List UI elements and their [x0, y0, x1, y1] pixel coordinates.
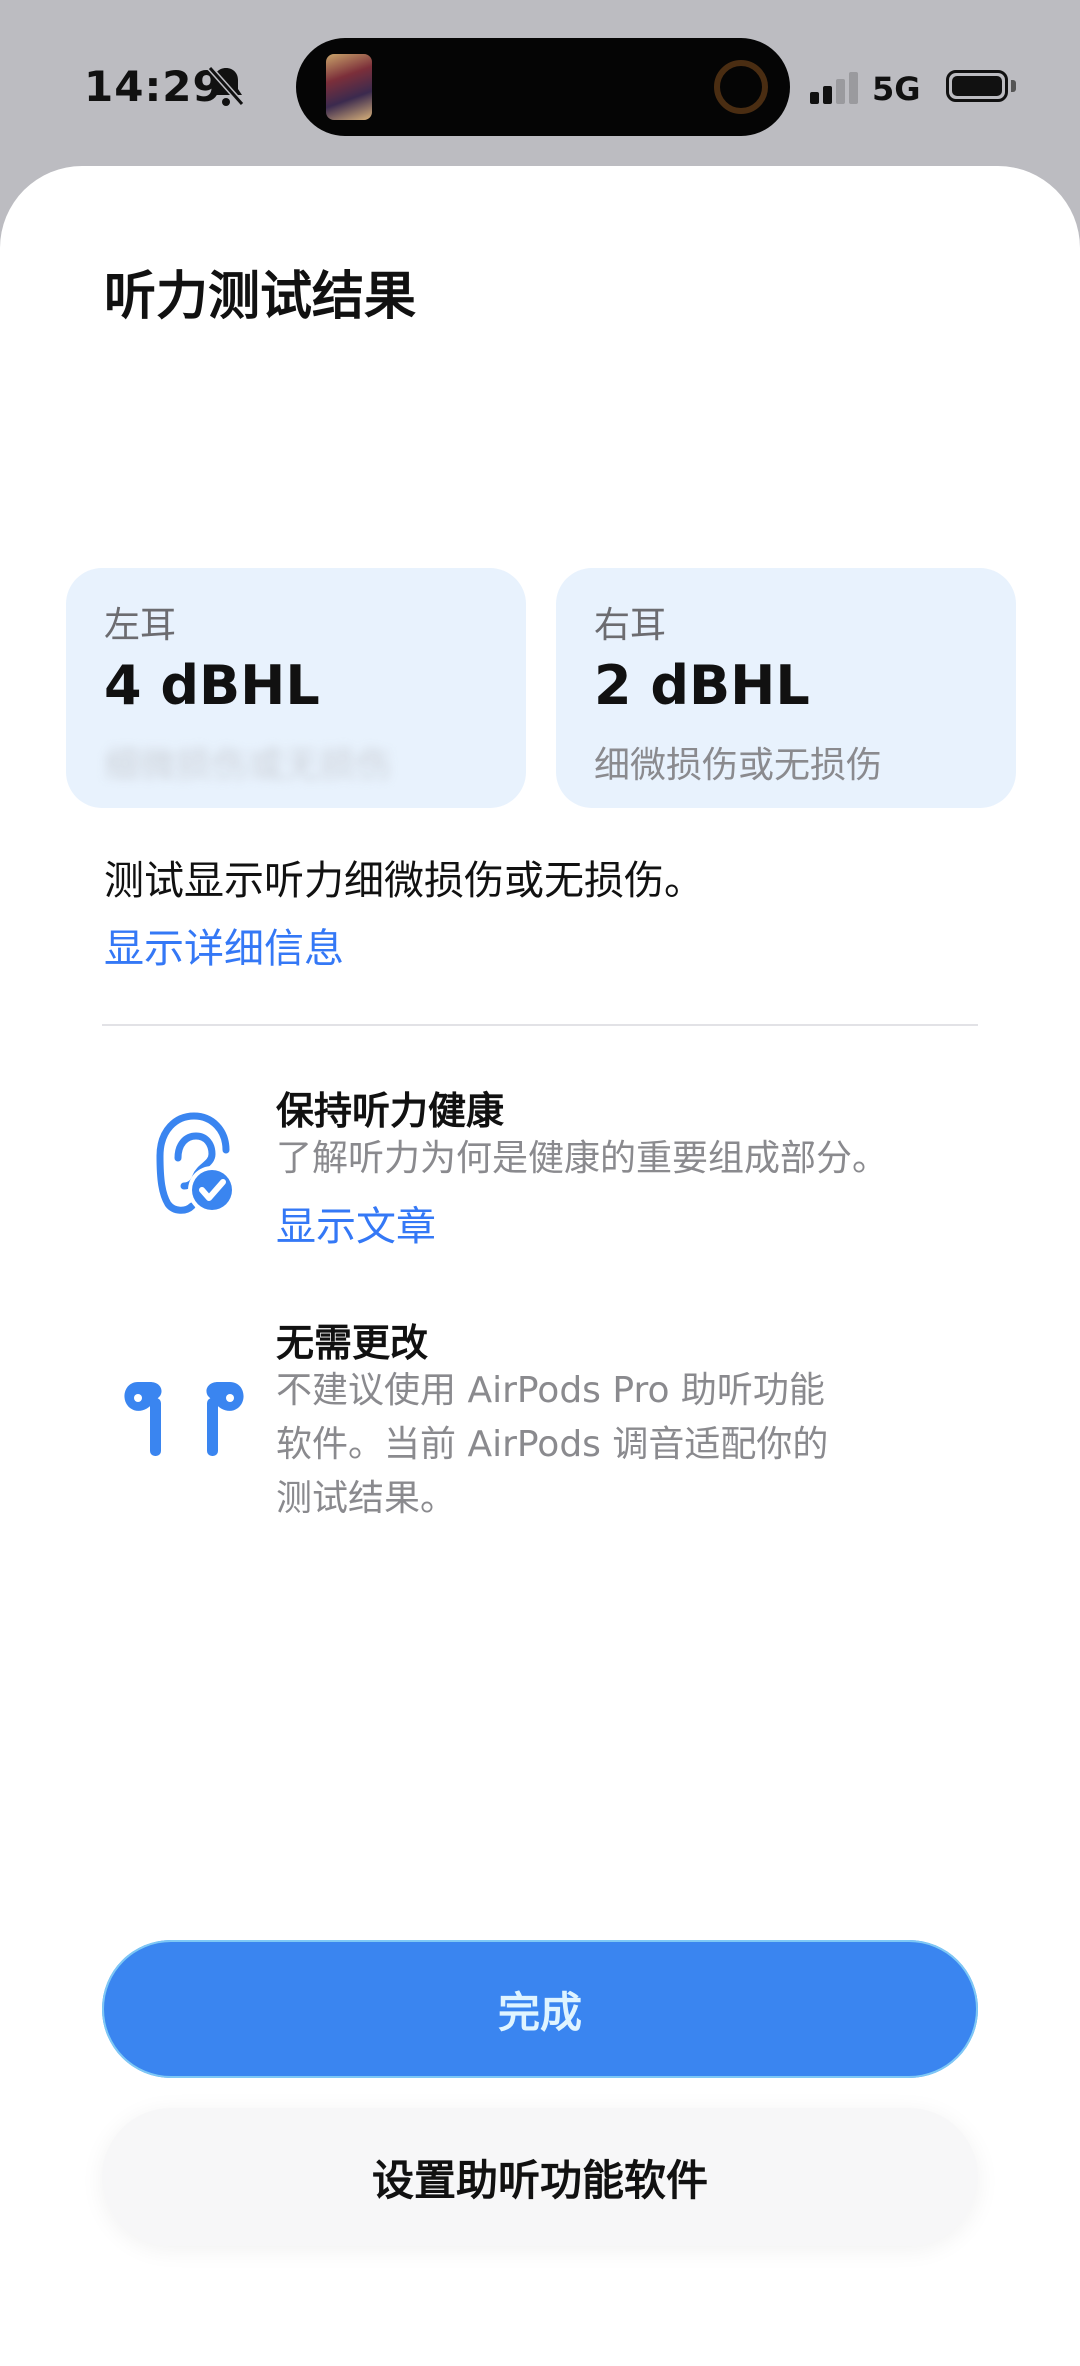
ear-check-icon — [156, 1112, 236, 1214]
bell-off-icon — [207, 66, 245, 106]
left-ear-value: 4 dBHL — [104, 654, 320, 717]
activity-ring-icon — [714, 60, 768, 114]
right-ear-status: 细微损伤或无损伤 — [594, 745, 883, 786]
no-change-text: 不建议使用 AirPods Pro 助听功能 软件。当前 AirPods 调音适… — [276, 1370, 829, 1519]
done-button[interactable]: 完成 — [102, 1940, 978, 2078]
right-ear-value: 2 dBHL — [594, 654, 810, 717]
no-change-title: 无需更改 — [276, 1321, 429, 1365]
healthy-title: 保持听力健康 — [276, 1089, 505, 1133]
now-playing-thumbnail[interactable] — [326, 54, 372, 120]
left-ear-label: 左耳 — [104, 605, 177, 646]
show-details-link[interactable]: 显示详细信息 — [104, 916, 344, 974]
setup-hearing-aid-button[interactable]: 设置助听功能软件 — [102, 2108, 978, 2246]
right-ear-card: 右耳 2 dBHL 细微损伤或无损伤 — [556, 568, 1016, 808]
divider — [102, 1024, 978, 1026]
network-type: 5G — [872, 70, 921, 108]
dynamic-island[interactable] — [296, 38, 790, 136]
left-ear-card: 左耳 4 dBHL 细微损伤或无损伤 — [66, 568, 526, 808]
show-article-link[interactable]: 显示文章 — [276, 1194, 436, 1252]
summary-text: 测试显示听力细微损伤或无损伤。 — [104, 858, 704, 904]
battery-icon — [946, 70, 1008, 102]
battery-cap — [1011, 80, 1016, 92]
status-time: 14:29 — [84, 62, 223, 111]
left-ear-status: 细微损伤或无损伤 — [104, 745, 393, 786]
airpods-icon — [124, 1382, 244, 1456]
signal-icon — [810, 72, 858, 104]
healthy-text: 了解听力为何是健康的重要组成部分。 — [276, 1138, 889, 1179]
right-ear-label: 右耳 — [594, 605, 667, 646]
status-bar: 14:29 5G — [0, 0, 1080, 170]
page-title: 听力测试结果 — [104, 267, 417, 327]
